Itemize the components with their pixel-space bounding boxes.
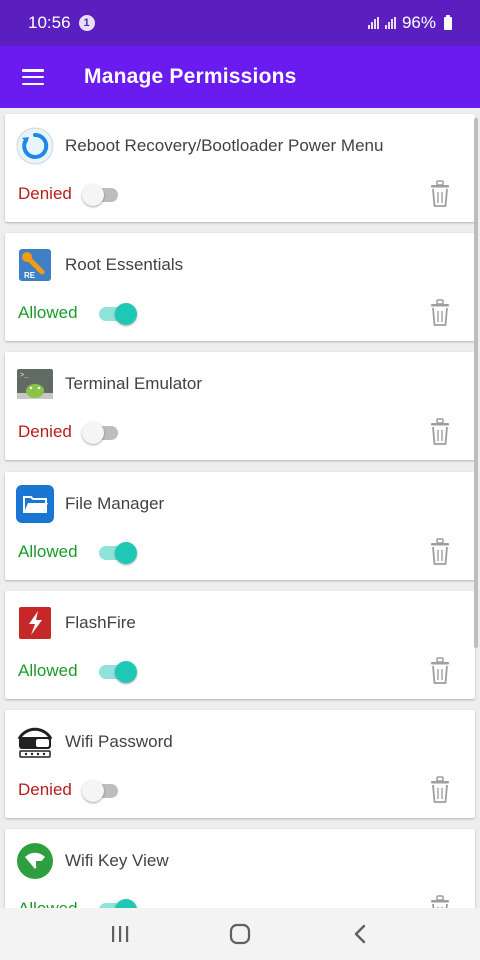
recents-icon [112,926,129,942]
permission-toggle[interactable] [82,422,122,444]
app-name: File Manager [65,494,165,513]
reboot-icon [16,127,54,165]
recents-button[interactable] [100,914,140,954]
menu-button[interactable] [0,46,66,108]
navigation-bar [0,908,480,960]
back-button[interactable] [340,914,380,954]
wifi-password-icon [16,723,54,761]
home-button[interactable] [220,914,260,954]
status-right: 96% [367,13,452,33]
permission-toggle[interactable] [82,780,122,802]
page-title: Manage Permissions [84,65,297,88]
flashfire-icon [16,604,54,642]
scrollbar[interactable] [474,118,478,648]
hamburger-menu-icon [22,69,44,85]
permission-toggle[interactable] [95,661,137,683]
app-name: Root Essentials [65,255,184,274]
permission-status: Denied [18,422,72,441]
permissions-list[interactable]: Reboot Recovery/Bootloader Power Menu De… [0,108,480,908]
permission-status: Allowed [18,899,78,908]
permission-card[interactable]: >_ Terminal Emulator Denied [5,352,475,460]
permission-card[interactable]: Wifi Password Denied [5,710,475,818]
notification-badge-icon: 1 [78,15,95,31]
permission-card[interactable]: FlashFire Allowed [5,591,475,699]
status-left: 10:56 1 [28,13,95,33]
permission-toggle[interactable] [95,303,137,325]
permission-toggle[interactable] [95,542,137,564]
battery-percent: 96% [401,13,436,32]
permission-card[interactable]: File Manager Allowed [5,472,475,580]
status-bar: 10:56 1 96% [0,0,480,46]
app-name: Wifi Key View [65,851,169,870]
delete-icon[interactable] [429,180,451,208]
permission-card[interactable]: Reboot Recovery/Bootloader Power Menu De… [5,114,475,222]
delete-icon[interactable] [429,418,451,446]
app-bar: Manage Permissions [0,46,480,108]
app-name: Terminal Emulator [65,374,202,393]
back-icon [354,924,366,944]
permission-status: Allowed [18,542,78,561]
svg-text:RE: RE [24,271,36,280]
permission-card[interactable]: Wifi Key View Allowed [5,829,475,908]
signal-icon-2 [384,17,396,29]
home-icon [229,923,251,945]
folder-icon [16,485,54,523]
permission-status: Denied [18,780,72,799]
permission-toggle[interactable] [95,899,137,908]
app-name: Reboot Recovery/Bootloader Power Menu [65,136,384,155]
app-name: FlashFire [65,613,136,632]
delete-icon[interactable] [429,895,451,908]
battery-icon [444,14,452,30]
permission-status: Allowed [18,661,78,680]
permission-status: Denied [18,184,72,203]
delete-icon[interactable] [429,299,451,327]
status-time: 10:56 [28,13,71,32]
permission-status: Allowed [18,303,78,322]
terminal-icon: >_ [16,365,54,403]
app-name: Wifi Password [65,732,173,751]
root-essentials-icon: RE [16,246,54,284]
signal-icon [367,17,379,29]
svg-text:>_: >_ [20,372,29,380]
wifi-key-icon [16,842,54,880]
delete-icon[interactable] [429,538,451,566]
permission-toggle[interactable] [82,184,122,206]
delete-icon[interactable] [429,776,451,804]
permission-card[interactable]: RE Root Essentials Allowed [5,233,475,341]
delete-icon[interactable] [429,657,451,685]
